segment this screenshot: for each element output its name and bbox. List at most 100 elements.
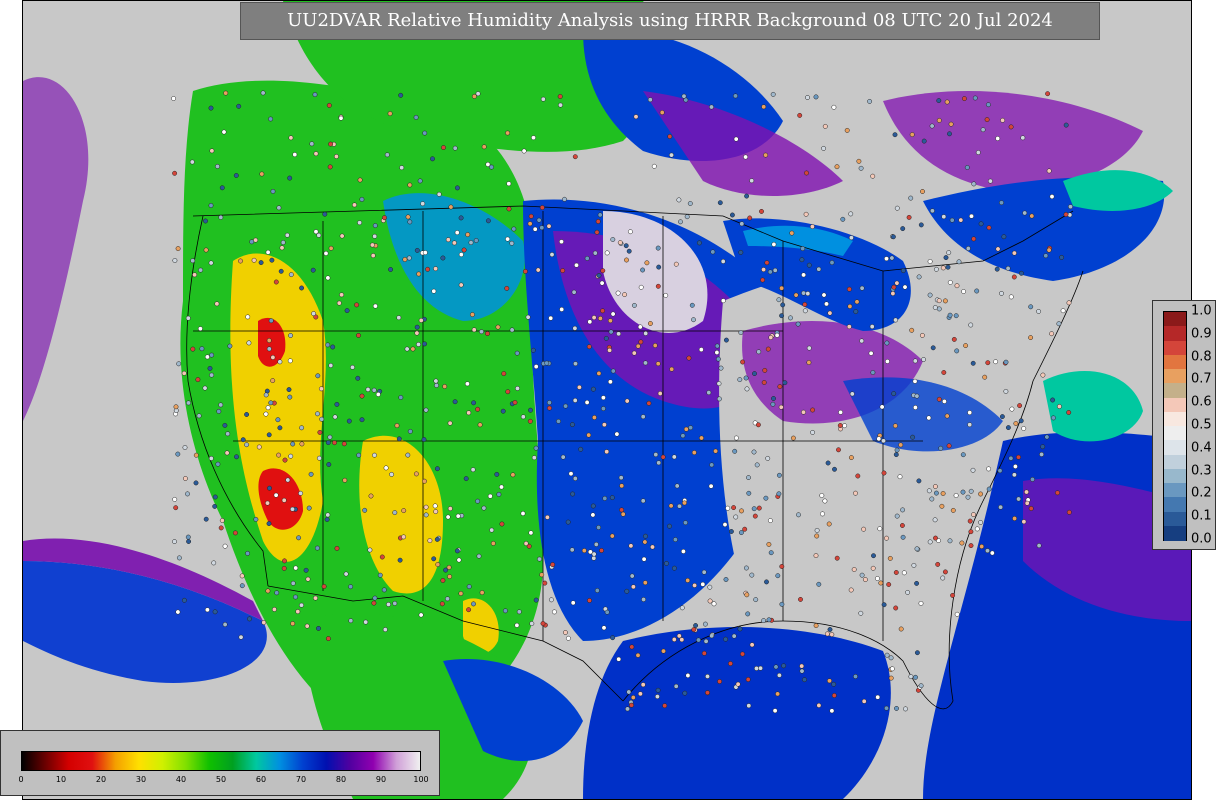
station-dot	[967, 422, 973, 428]
station-dot	[596, 370, 602, 376]
station-dot	[591, 555, 597, 561]
station-dot	[810, 407, 816, 413]
station-dot	[569, 422, 575, 428]
station-dot	[805, 291, 811, 297]
station-dot	[218, 402, 224, 408]
station-dot	[782, 380, 788, 386]
station-dot	[978, 221, 984, 227]
station-dot	[510, 472, 516, 478]
station-dot	[735, 681, 741, 687]
station-dot	[935, 561, 941, 567]
station-dot	[927, 292, 933, 298]
station-dot	[739, 221, 745, 227]
station-dot	[731, 633, 737, 639]
station-dot	[1063, 122, 1069, 128]
station-dot	[471, 400, 477, 406]
station-dot	[485, 331, 490, 337]
station-dot	[754, 665, 759, 671]
station-dot	[775, 691, 781, 697]
station-dot	[667, 523, 672, 529]
station-dot	[646, 400, 652, 406]
station-dot	[290, 441, 296, 447]
station-dot	[520, 511, 526, 516]
rh-tick-label: 0	[18, 775, 24, 784]
station-dot	[287, 358, 293, 364]
station-dot	[947, 279, 953, 285]
station-dot	[853, 674, 858, 679]
station-dot	[774, 332, 780, 338]
station-dot	[631, 350, 637, 356]
station-dot	[871, 553, 876, 559]
station-dot	[458, 282, 464, 288]
station-dot	[544, 360, 550, 366]
station-dot	[603, 335, 609, 341]
station-dot	[296, 535, 302, 541]
station-dot	[173, 505, 179, 511]
station-dot	[328, 245, 334, 251]
station-dot	[824, 301, 829, 307]
station-dot	[278, 268, 284, 274]
station-dot	[396, 436, 402, 442]
station-dot	[381, 587, 387, 593]
station-dot	[744, 193, 750, 199]
station-dot	[954, 611, 960, 617]
station-dot	[954, 348, 960, 354]
station-dot	[919, 332, 925, 338]
station-dot	[677, 503, 682, 509]
station-dot	[342, 477, 348, 483]
station-dot	[531, 135, 536, 141]
station-dot	[961, 289, 967, 294]
station-dot	[702, 621, 708, 627]
station-dot	[375, 391, 381, 397]
station-dot	[172, 170, 178, 176]
station-dot	[770, 401, 776, 407]
station-dot	[1066, 509, 1072, 515]
station-dot	[401, 508, 407, 514]
station-dot	[1022, 210, 1028, 216]
station-dot	[969, 213, 974, 219]
station-dot	[720, 298, 726, 304]
station-dot	[683, 520, 688, 526]
station-dot	[576, 384, 582, 390]
station-dot	[738, 530, 744, 536]
station-dot	[253, 516, 259, 522]
station-dot	[897, 474, 903, 480]
station-dot	[431, 288, 437, 294]
station-dot	[708, 483, 714, 489]
station-dot	[172, 258, 178, 263]
station-dot	[325, 636, 331, 642]
station-dot	[831, 693, 837, 698]
station-dot	[332, 440, 337, 446]
station-dot	[458, 591, 464, 596]
station-dot	[799, 668, 805, 674]
station-dot	[746, 475, 751, 481]
station-dot	[827, 678, 832, 684]
station-dot	[1011, 250, 1017, 256]
station-dot	[620, 511, 626, 517]
station-dot	[705, 690, 710, 696]
station-dot	[671, 637, 677, 642]
station-dot	[280, 240, 286, 245]
station-dot	[596, 525, 602, 530]
station-dot	[729, 212, 735, 218]
station-dot	[1046, 168, 1052, 174]
station-dot	[821, 292, 827, 298]
station-dot	[629, 573, 635, 579]
relative-humidity-colorbar: 0 10 20 30 40 50 60 70 80 90 100	[0, 730, 440, 796]
station-dot	[544, 514, 550, 520]
station-dot	[1056, 404, 1062, 409]
ratio-color-block	[1164, 497, 1186, 512]
station-dot	[176, 361, 182, 367]
rh-tick-label: 80	[335, 775, 347, 784]
station-dot	[687, 201, 693, 206]
station-dot	[643, 360, 648, 366]
station-dot	[448, 204, 454, 210]
station-dot	[742, 526, 748, 532]
station-dot	[263, 392, 269, 398]
station-dot	[270, 354, 276, 360]
station-dot	[669, 152, 674, 158]
station-dot	[668, 503, 674, 509]
station-dot	[889, 255, 895, 261]
station-dot	[728, 661, 733, 667]
station-dot	[398, 92, 404, 98]
